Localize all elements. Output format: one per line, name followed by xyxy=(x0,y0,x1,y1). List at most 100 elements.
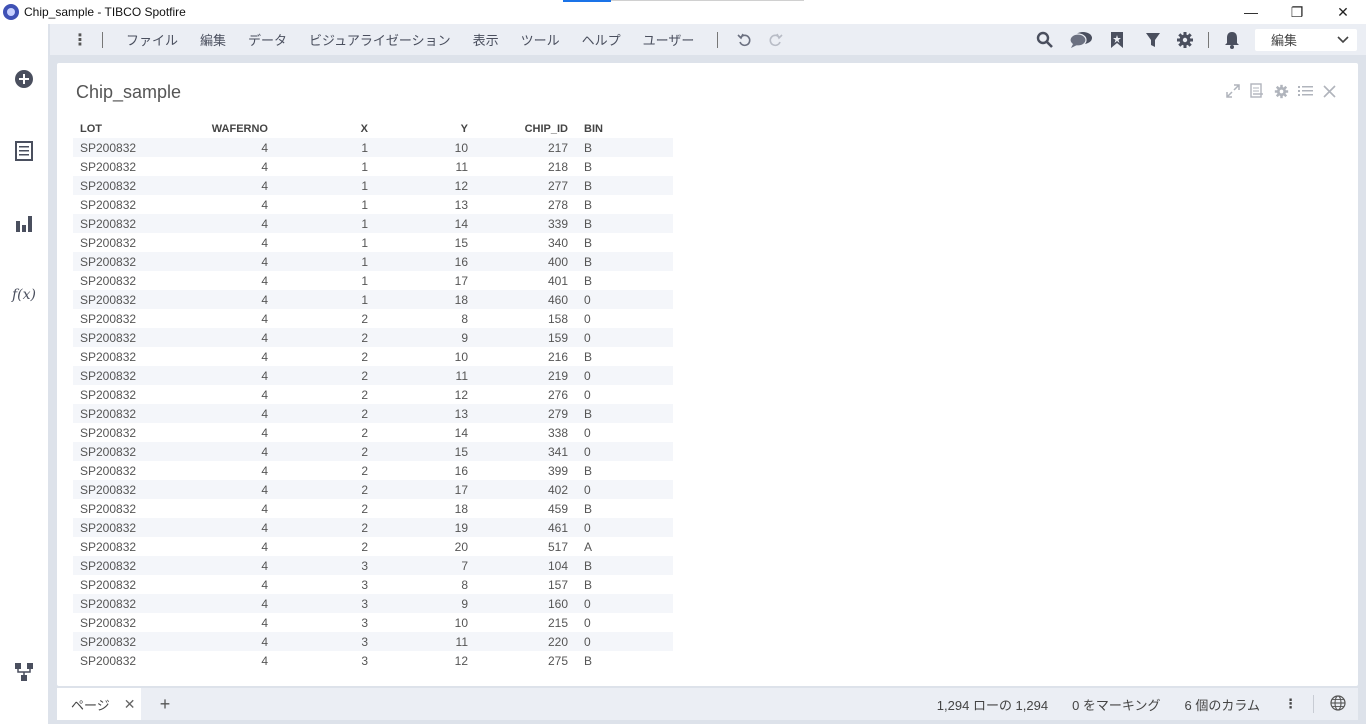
page-tab[interactable]: ページ ✕ xyxy=(57,688,141,720)
cell-y: 7 xyxy=(461,558,468,573)
cell-y: 17 xyxy=(454,273,468,288)
table-row[interactable]: SP200832 4 2 11 219 0 xyxy=(73,366,673,385)
column-header-x[interactable]: X xyxy=(268,123,368,135)
data-table-icon[interactable] xyxy=(12,139,36,163)
add-page-button[interactable]: + xyxy=(141,694,189,715)
panel-settings-icon[interactable] xyxy=(1272,82,1290,100)
table-row[interactable]: SP200832 4 1 13 278 B xyxy=(73,195,673,214)
panel-list-icon[interactable] xyxy=(1296,82,1314,100)
marked-count[interactable]: 0 をマーキング xyxy=(1060,695,1172,714)
cell-y: 17 xyxy=(454,482,468,497)
cell-bin: B xyxy=(584,140,593,155)
cell-chip-id: 402 xyxy=(547,482,568,497)
menu-tools[interactable]: ツール xyxy=(510,30,571,49)
column-header-chip-id[interactable]: CHIP_ID xyxy=(468,123,568,135)
search-icon[interactable] xyxy=(1030,31,1060,49)
table-row[interactable]: SP200832 4 2 8 158 0 xyxy=(73,309,673,328)
table-row[interactable]: SP200832 4 2 18 459 B xyxy=(73,499,673,518)
cell-lot: SP200832 xyxy=(80,330,137,345)
table-row[interactable]: SP200832 4 2 9 159 0 xyxy=(73,328,673,347)
cell-bin: B xyxy=(584,349,593,364)
table-row[interactable]: SP200832 4 1 14 339 B xyxy=(73,214,673,233)
column-header-y[interactable]: Y xyxy=(368,123,468,135)
close-button[interactable]: ✕ xyxy=(1320,0,1366,24)
cell-chip-id: 275 xyxy=(547,653,568,668)
cell-lot: SP200832 xyxy=(80,235,137,250)
panel-close-icon[interactable] xyxy=(1320,82,1338,100)
table-row[interactable]: SP200832 4 2 16 399 B xyxy=(73,461,673,480)
window-controls: — ❐ ✕ xyxy=(1228,0,1366,24)
table-row[interactable]: SP200832 4 3 8 157 B xyxy=(73,575,673,594)
table-row[interactable]: SP200832 4 2 17 402 0 xyxy=(73,480,673,499)
cell-chip-id: 159 xyxy=(547,330,568,345)
table-row[interactable]: SP200832 4 2 12 276 0 xyxy=(73,385,673,404)
table-row[interactable]: SP200832 4 3 11 220 0 xyxy=(73,632,673,651)
cell-x: 1 xyxy=(361,159,368,174)
visualization-icon[interactable] xyxy=(12,211,36,235)
comment-icon[interactable] xyxy=(1066,31,1096,49)
function-icon[interactable]: f(x) xyxy=(12,283,36,307)
table-row[interactable]: SP200832 4 2 10 216 B xyxy=(73,347,673,366)
row-count[interactable]: 1,294 ローの 1,294 xyxy=(925,695,1060,714)
cell-chip-id: 400 xyxy=(547,254,568,269)
table-row[interactable]: SP200832 4 1 10 217 B xyxy=(73,138,673,157)
cell-y: 20 xyxy=(454,539,468,554)
table-row[interactable]: SP200832 4 1 18 460 0 xyxy=(73,290,673,309)
menu-edit[interactable]: 編集 xyxy=(189,30,237,49)
more-options-icon[interactable]: ⋮ xyxy=(1272,696,1309,712)
cell-lot: SP200832 xyxy=(80,577,137,592)
cell-bin: 0 xyxy=(584,425,591,440)
menu-user[interactable]: ユーザー xyxy=(632,30,706,49)
minimize-button[interactable]: — xyxy=(1228,0,1274,24)
cell-waferno: 4 xyxy=(261,349,268,364)
hierarchy-icon[interactable] xyxy=(12,660,36,684)
filter-icon[interactable] xyxy=(1138,32,1168,48)
settings-icon[interactable] xyxy=(1170,31,1200,49)
mode-select[interactable]: 編集 xyxy=(1255,28,1357,51)
table-row[interactable]: SP200832 4 2 15 341 0 xyxy=(73,442,673,461)
cell-lot: SP200832 xyxy=(80,501,137,516)
add-icon[interactable] xyxy=(12,67,36,91)
restore-button[interactable]: ❐ xyxy=(1274,0,1320,24)
table-row[interactable]: SP200832 4 2 14 338 0 xyxy=(73,423,673,442)
page-close-icon[interactable]: ✕ xyxy=(124,696,136,713)
data-table[interactable]: LOT WAFERNO X Y CHIP_ID BIN SP200832 4 1 10… xyxy=(73,119,673,670)
menu-toolbar: ⋮ ファイル 編集 データ ビジュアライゼーション 表示 ツール ヘルプ ユーザ… xyxy=(50,24,1366,55)
table-body: SP200832 4 1 10 217 B SP200832 4 1 11 218 B SP200832… xyxy=(73,138,673,670)
menu-visualization[interactable]: ビジュアライゼーション xyxy=(298,30,462,49)
more-menu-icon[interactable]: ⋮ xyxy=(70,30,90,50)
maximize-icon[interactable] xyxy=(1224,82,1242,100)
menu-data[interactable]: データ xyxy=(237,30,298,49)
visualization-panel: Chip_sample LOT WAFERNO X Y CHIP_ID BIN … xyxy=(57,63,1358,686)
column-header-lot[interactable]: LOT xyxy=(73,123,173,135)
menu-view[interactable]: 表示 xyxy=(462,30,510,49)
table-row[interactable]: SP200832 4 3 10 215 0 xyxy=(73,613,673,632)
cell-bin: 0 xyxy=(584,330,591,345)
column-header-bin[interactable]: BIN xyxy=(568,123,668,135)
cell-waferno: 4 xyxy=(261,254,268,269)
table-row[interactable]: SP200832 4 1 12 277 B xyxy=(73,176,673,195)
notification-icon[interactable] xyxy=(1217,31,1247,49)
table-row[interactable]: SP200832 4 2 19 461 0 xyxy=(73,518,673,537)
column-header-waferno[interactable]: WAFERNO xyxy=(173,123,268,135)
table-row[interactable]: SP200832 4 2 13 279 B xyxy=(73,404,673,423)
table-row[interactable]: SP200832 4 3 9 160 0 xyxy=(73,594,673,613)
globe-icon[interactable] xyxy=(1318,694,1358,714)
undo-icon[interactable] xyxy=(730,32,760,48)
menu-file[interactable]: ファイル xyxy=(115,30,189,49)
table-row[interactable]: SP200832 4 3 7 104 B xyxy=(73,556,673,575)
data-legend-icon[interactable] xyxy=(1248,82,1266,100)
table-row[interactable]: SP200832 4 1 11 218 B xyxy=(73,157,673,176)
redo-icon[interactable] xyxy=(760,32,790,48)
cell-waferno: 4 xyxy=(261,634,268,649)
cell-lot: SP200832 xyxy=(80,387,137,402)
table-row[interactable]: SP200832 4 3 12 275 B xyxy=(73,651,673,670)
table-row[interactable]: SP200832 4 1 17 401 B xyxy=(73,271,673,290)
table-row[interactable]: SP200832 4 2 20 517 A xyxy=(73,537,673,556)
table-row[interactable]: SP200832 4 1 16 400 B xyxy=(73,252,673,271)
menu-help[interactable]: ヘルプ xyxy=(571,30,632,49)
cell-x: 3 xyxy=(361,634,368,649)
table-row[interactable]: SP200832 4 1 15 340 B xyxy=(73,233,673,252)
column-count[interactable]: 6 個のカラム xyxy=(1173,695,1272,714)
bookmark-icon[interactable] xyxy=(1102,31,1132,49)
